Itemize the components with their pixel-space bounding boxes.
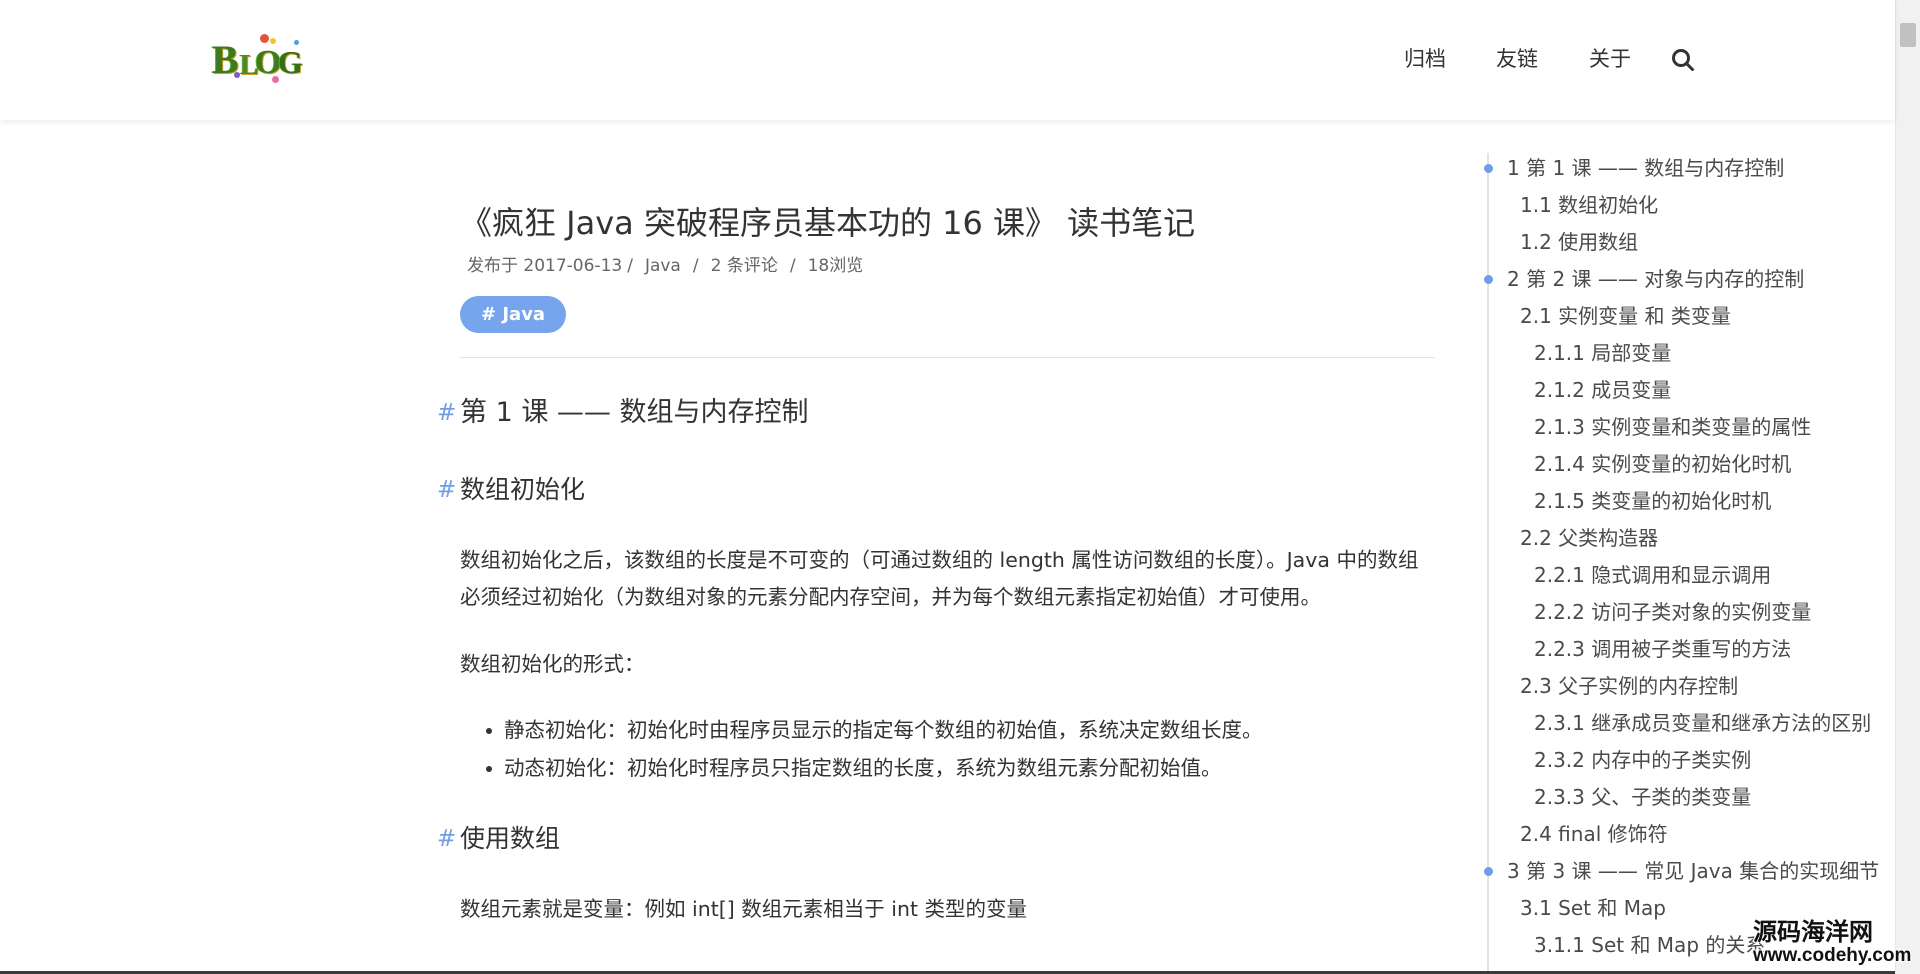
toc-item[interactable]: 2.1 实例变量 和 类变量: [1480, 298, 1893, 335]
table-of-contents: 1 第 1 课 —— 数组与内存控制 1.1 数组初始化 1.2 使用数组 2 …: [1480, 0, 1893, 974]
toc-item[interactable]: 2.4 final 修饰符: [1480, 816, 1893, 853]
page-scrollbar[interactable]: [1895, 0, 1920, 974]
meta-separator: /: [789, 256, 796, 276]
toc-item[interactable]: 2.3.1 继承成员变量和继承方法的区别: [1480, 705, 1893, 742]
logo-letter: B: [212, 37, 239, 82]
publish-date: 发布于 2017-06-13: [467, 256, 623, 276]
init-forms-list: 静态初始化：初始化时由程序员显示的指定每个数组的初始值，系统决定数组长度。 动态…: [460, 712, 1435, 787]
toc-item-label: 2.1.1 局部变量: [1534, 341, 1672, 365]
bullet: [486, 728, 492, 734]
article-title: 《疯狂 Java 突破程序员基本功的 16 课》 读书笔记: [460, 204, 1196, 242]
toc-item-label: 1 第 1 课 —— 数组与内存控制: [1507, 156, 1785, 180]
toc-item-label: 2.2.1 隐式调用和显示调用: [1534, 563, 1772, 587]
toc-item-label: 2.1.4 实例变量的初始化时机: [1534, 452, 1792, 476]
heading-text: 第 1 课 —— 数组与内存控制: [460, 397, 809, 428]
toc-item-label: 2.3.2 内存中的子类实例: [1534, 748, 1752, 772]
heading-use-array: # 使用数组: [437, 821, 561, 857]
toc-item-label: 2.1.5 类变量的初始化时机: [1534, 489, 1772, 513]
article: 《疯狂 Java 突破程序员基本功的 16 课》 读书笔记 发布于 2017-0…: [437, 0, 1435, 974]
toc-item[interactable]: 1 第 1 课 —— 数组与内存控制: [1480, 150, 1893, 187]
toc-item[interactable]: 2.1.1 局部变量: [1480, 335, 1893, 372]
toc-item-label: 2.1 实例变量 和 类变量: [1520, 304, 1731, 328]
toc-item[interactable]: 2.1.5 类变量的初始化时机: [1480, 483, 1893, 520]
nav-about-link[interactable]: 关于: [1589, 46, 1631, 72]
toc-item[interactable]: 1.1 数组初始化: [1480, 187, 1893, 224]
heading-array-init: # 数组初始化: [437, 472, 586, 508]
heading-text: 数组初始化: [460, 475, 586, 504]
meta-separator: /: [627, 256, 633, 276]
toc-item[interactable]: 3 第 3 课 —— 常见 Java 集合的实现细节: [1480, 853, 1893, 890]
watermark: 源码海洋网 www.codehy.com: [1753, 919, 1911, 967]
heading-text: 使用数组: [460, 824, 561, 853]
heading-lesson-1: # 第 1 课 —— 数组与内存控制: [437, 394, 809, 432]
heading-anchor-link[interactable]: #: [437, 472, 456, 508]
toc-item-label: 2 第 2 课 —— 对象与内存的控制: [1507, 267, 1805, 291]
toc-item-label: 2.1.2 成员变量: [1534, 378, 1672, 402]
toc-item-label: 3.1 Set 和 Map: [1520, 896, 1666, 920]
toc-item[interactable]: 2.2.3 调用被子类重写的方法: [1480, 631, 1893, 668]
toc-item-label: 2.3.1 继承成员变量和继承方法的区别: [1534, 711, 1872, 735]
toc-item-label: 1.2 使用数组: [1520, 230, 1639, 254]
toc-item-label: 2.4 final 修饰符: [1520, 822, 1668, 846]
paragraph-init-forms: 数组初始化的形式：: [460, 652, 645, 676]
paragraph-array-init: 数组初始化之后，该数组的长度是不可变的（可通过数组的 length 属性访问数组…: [460, 548, 1419, 609]
toc-item-label: 2.2.2 访问子类对象的实例变量: [1534, 600, 1812, 624]
toc-item-label: 2.3 父子实例的内存控制: [1520, 674, 1739, 698]
heading-anchor-link[interactable]: #: [437, 821, 456, 857]
toc-item[interactable]: 2.1.4 实例变量的初始化时机: [1480, 446, 1893, 483]
nav-archive-link[interactable]: 归档: [1404, 46, 1446, 72]
site-logo[interactable]: B L O G: [210, 32, 306, 88]
divider: [460, 357, 1435, 358]
toc-item[interactable]: 2.1.2 成员变量: [1480, 372, 1893, 409]
toc-item[interactable]: 2 第 2 课 —— 对象与内存的控制: [1480, 261, 1893, 298]
toc-item-label: 2.1.3 实例变量和类变量的属性: [1534, 415, 1812, 439]
category-link[interactable]: Java: [645, 256, 681, 276]
toc-item[interactable]: 2.2.2 访问子类对象的实例变量: [1480, 594, 1893, 631]
toc-dot: [1483, 164, 1493, 173]
toc-item[interactable]: 1.2 使用数组: [1480, 224, 1893, 261]
toc-item[interactable]: 2.2 父类构造器: [1480, 520, 1893, 557]
toc-list: 1 第 1 课 —— 数组与内存控制 1.1 数组初始化 1.2 使用数组 2 …: [1480, 150, 1893, 964]
nav-friend-links-link[interactable]: 友链: [1496, 46, 1538, 72]
article-meta: 发布于 2017-06-13/Java/2 条评论/18浏览: [467, 254, 863, 278]
toc-item-label: 2.3.3 父、子类的类变量: [1534, 785, 1752, 809]
search-button[interactable]: [1671, 48, 1695, 72]
toc-item-label: 2.2 父类构造器: [1520, 526, 1659, 550]
list-item: 静态初始化：初始化时由程序员显示的指定每个数组的初始值，系统决定数组长度。: [460, 712, 1435, 750]
toc-item[interactable]: 2.1.3 实例变量和类变量的属性: [1480, 409, 1893, 446]
logo-decoration: [260, 34, 269, 43]
toc-item[interactable]: 2.3.2 内存中的子类实例: [1480, 742, 1893, 779]
watermark-url: www.codehy.com: [1753, 945, 1912, 966]
list-item-text: 动态初始化：初始化时程序员只指定数组的长度，系统为数组元素分配初始值。: [504, 755, 1222, 780]
tag-java[interactable]: # Java: [460, 296, 567, 333]
bullet: [486, 765, 492, 772]
toc-item-label: 3.1.1 Set 和 Map 的关系: [1534, 933, 1766, 957]
meta-separator: /: [692, 256, 699, 276]
toc-item-label: 2.2.3 调用被子类重写的方法: [1534, 637, 1792, 661]
toc-dot: [1483, 275, 1493, 284]
comments-link[interactable]: 2 条评论: [711, 256, 778, 276]
view-count: 18浏览: [807, 256, 864, 276]
toc-dot: [1483, 867, 1493, 876]
search-icon: [1672, 49, 1694, 71]
list-item: 动态初始化：初始化时程序员只指定数组的长度，系统为数组元素分配初始值。: [460, 750, 1435, 788]
list-item-text: 静态初始化：初始化时由程序员显示的指定每个数组的初始值，系统决定数组长度。: [504, 718, 1263, 742]
toc-item[interactable]: 2.2.1 隐式调用和显示调用: [1480, 557, 1893, 594]
site-header: B L O G 归档 友链 关于: [0, 0, 1895, 120]
paragraph-use-array: 数组元素就是变量：例如 int[] 数组元素相当于 int 类型的变量: [460, 897, 1028, 921]
watermark-site-name: 源码海洋网: [1753, 918, 1873, 946]
scrollbar-thumb[interactable]: [1900, 23, 1916, 47]
toc-item-label: 1.1 数组初始化: [1520, 193, 1659, 217]
heading-anchor-link[interactable]: #: [437, 394, 456, 432]
logo-letter: G: [278, 44, 303, 80]
toc-item[interactable]: 2.3 父子实例的内存控制: [1480, 668, 1893, 705]
toc-item[interactable]: 2.3.3 父、子类的类变量: [1480, 779, 1893, 816]
toc-item-label: 3 第 3 课 —— 常见 Java 集合的实现细节: [1507, 859, 1880, 883]
